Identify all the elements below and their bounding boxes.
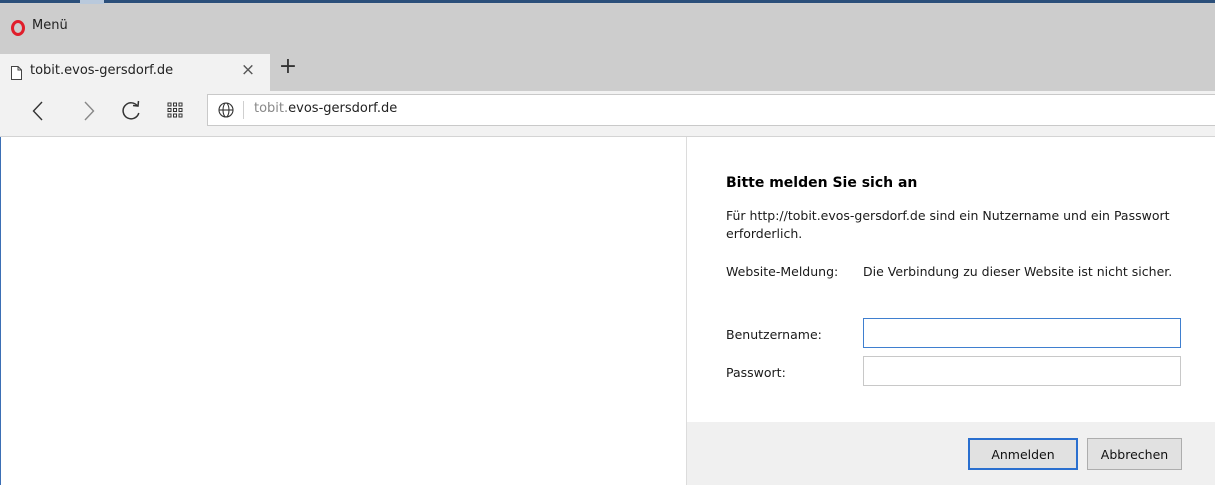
opera-logo-icon[interactable]	[11, 20, 25, 36]
menu-bar: Menü	[0, 4, 1215, 48]
address-url[interactable]: tobit.evos-gersdorf.de	[254, 101, 397, 116]
reload-button[interactable]	[114, 91, 148, 131]
cancel-button[interactable]: Abbrechen	[1087, 438, 1182, 470]
page-icon	[11, 66, 22, 80]
password-label: Passwort:	[726, 365, 786, 380]
site-message: Die Verbindung zu dieser Website ist nic…	[863, 264, 1173, 279]
address-bar[interactable]: tobit.evos-gersdorf.de	[207, 94, 1215, 126]
address-separator	[243, 101, 244, 119]
address-subdomain: tobit.	[254, 101, 289, 116]
page-content: Bitte melden Sie sich an Für http://tobi…	[0, 137, 1215, 485]
site-message-label: Website-Meldung:	[726, 264, 839, 279]
navigation-toolbar: tobit.evos-gersdorf.de	[0, 91, 1215, 137]
forward-icon	[84, 101, 95, 121]
username-label: Benutzername:	[726, 327, 822, 342]
back-button[interactable]	[22, 91, 56, 131]
dialog-footer: Anmelden Abbrechen	[687, 422, 1215, 485]
menu-button[interactable]: Menü	[32, 18, 68, 33]
speed-dial-icon	[167, 102, 183, 118]
password-input[interactable]	[863, 356, 1181, 386]
dialog-title: Bitte melden Sie sich an	[726, 175, 918, 191]
tab-strip: tobit.evos-gersdorf.de × +	[0, 48, 1215, 91]
reload-icon	[122, 100, 140, 120]
tab-active[interactable]: tobit.evos-gersdorf.de ×	[0, 54, 270, 91]
window-left-border	[0, 137, 1, 485]
login-button[interactable]: Anmelden	[968, 438, 1078, 470]
plus-icon[interactable]: +	[277, 56, 299, 78]
tab-title: tobit.evos-gersdorf.de	[30, 63, 174, 78]
dialog-description: Für http://tobit.evos-gersdorf.de sind e…	[726, 208, 1170, 241]
username-input[interactable]	[863, 318, 1181, 348]
globe-icon[interactable]	[218, 102, 234, 118]
window-top-border	[0, 0, 1215, 3]
auth-dialog: Bitte melden Sie sich an Für http://tobi…	[686, 137, 1215, 485]
browser-window: Menü tobit.evos-gersdorf.de × + tobit.ev…	[0, 0, 1215, 485]
speed-dial-button[interactable]	[160, 91, 194, 131]
back-icon	[32, 101, 43, 121]
forward-button[interactable]	[73, 91, 107, 131]
close-icon[interactable]: ×	[240, 59, 256, 81]
address-host: evos-gersdorf.de	[288, 101, 398, 116]
